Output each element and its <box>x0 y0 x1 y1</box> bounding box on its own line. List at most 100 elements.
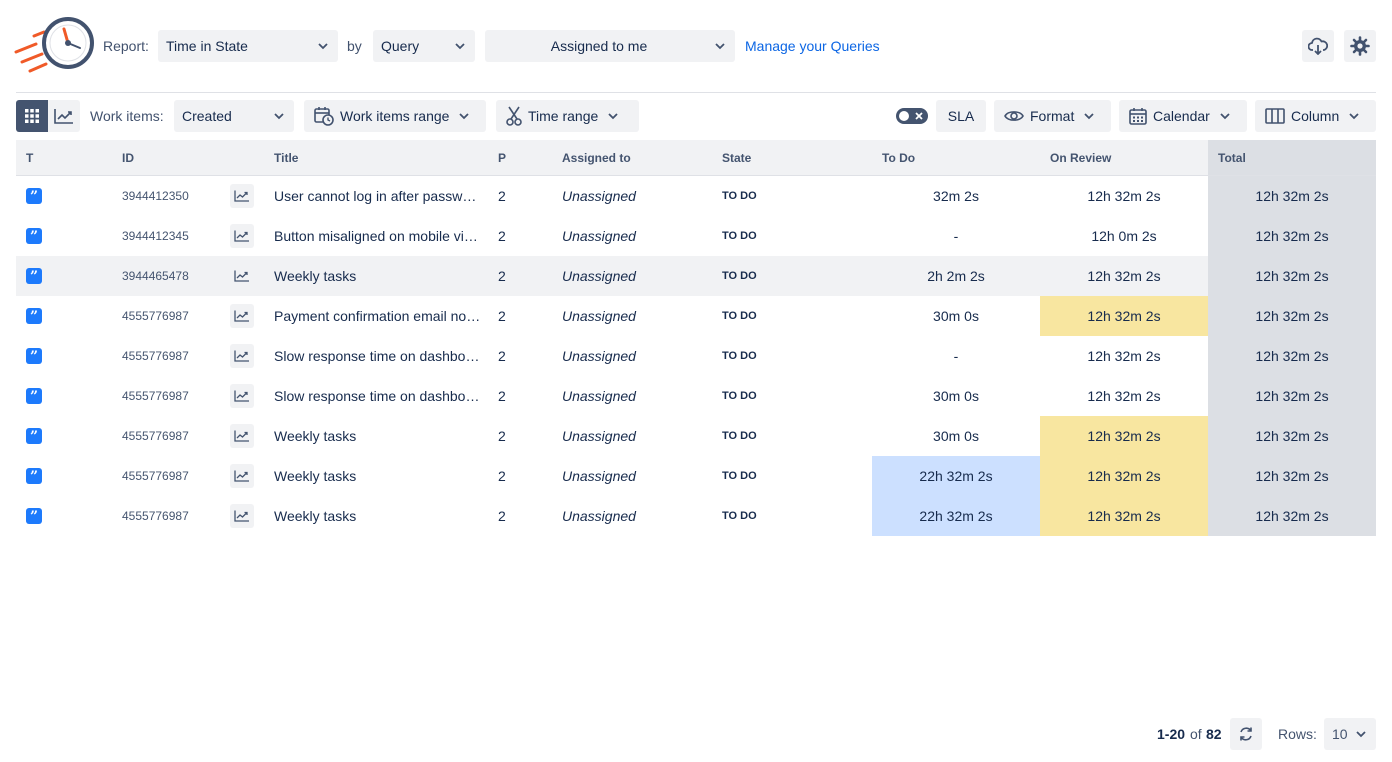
by-dropdown[interactable]: Query <box>373 30 475 62</box>
id-cell[interactable]: 3944412345 <box>122 216 222 256</box>
column-header-priority[interactable]: P <box>498 151 506 165</box>
title-cell[interactable]: Slow response time on dashbo… <box>274 376 484 416</box>
type-cell: ” <box>26 456 46 496</box>
format-button[interactable]: Format <box>994 100 1111 132</box>
row-chart-button[interactable] <box>230 224 254 248</box>
chevron-down-icon <box>1220 113 1230 120</box>
report-dropdown-value: Time in State <box>166 38 248 54</box>
type-cell: ” <box>26 176 46 216</box>
row-chart-button[interactable] <box>230 504 254 528</box>
state-cell: TO DO <box>722 470 757 482</box>
id-cell[interactable]: 3944412350 <box>122 176 222 216</box>
type-cell: ” <box>26 496 46 536</box>
work-items-dropdown[interactable]: Created <box>174 100 294 132</box>
type-cell: ” <box>26 296 46 336</box>
page-range: 1-20 <box>1157 726 1186 742</box>
title-cell[interactable]: Weekly tasks <box>274 496 484 536</box>
title-cell[interactable]: Payment confirmation email no… <box>274 296 484 336</box>
table-row[interactable]: ” 4555776987 Payment confirmation email no… <box>16 296 1376 336</box>
total-cell: 12h 32m 2s <box>1208 256 1376 296</box>
column-button[interactable]: Column <box>1255 100 1376 132</box>
chart-view-button[interactable] <box>48 100 80 132</box>
work-items-range-button[interactable]: Work items range <box>304 100 486 132</box>
table-row[interactable]: ” 3944412345 Button misaligned on mobile v… <box>16 216 1376 256</box>
title-cell[interactable]: Button misaligned on mobile vi… <box>274 216 484 256</box>
type-cell: ” <box>26 336 46 376</box>
id-cell[interactable]: 4555776987 <box>122 336 222 376</box>
row-chart-button[interactable] <box>230 344 254 368</box>
row-chart-button[interactable] <box>230 304 254 328</box>
settings-button[interactable] <box>1344 30 1376 62</box>
chevron-down-icon <box>455 43 465 50</box>
table-row[interactable]: ” 4555776987 Weekly tasks 2 Unassigned TO DO 2… <box>16 496 1376 536</box>
column-header-title[interactable]: Title <box>274 151 298 165</box>
column-header-assigned[interactable]: Assigned to <box>562 151 631 165</box>
state-cell: TO DO <box>722 350 757 362</box>
id-cell[interactable]: 3944465478 <box>122 256 222 296</box>
work-item-type-icon: ” <box>26 348 42 365</box>
calendar-button[interactable]: Calendar <box>1119 100 1247 132</box>
chart-cell <box>230 176 254 216</box>
chart-cell <box>230 416 254 456</box>
column-header-on-review[interactable]: On Review <box>1050 151 1111 165</box>
sla-button[interactable]: SLA <box>936 100 986 132</box>
title-cell[interactable]: Weekly tasks <box>274 256 484 296</box>
row-chart-button[interactable] <box>230 384 254 408</box>
id-cell[interactable]: 4555776987 <box>122 456 222 496</box>
priority-cell: 2 <box>498 468 506 484</box>
chevron-down-icon <box>715 43 725 50</box>
title-cell[interactable]: Slow response time on dashbo… <box>274 336 484 376</box>
chart-icon <box>234 310 249 322</box>
cloud-download-icon <box>1308 37 1328 55</box>
table-row[interactable]: ” 4555776987 Slow response time on dashbo…… <box>16 336 1376 376</box>
query-dropdown[interactable]: Assigned to me <box>485 30 735 62</box>
priority-cell: 2 <box>498 388 506 404</box>
chart-cell <box>230 376 254 416</box>
grid-view-button[interactable] <box>16 100 48 132</box>
column-header-type[interactable]: T <box>26 151 33 165</box>
manage-queries-link[interactable]: Manage your Queries <box>745 38 880 54</box>
report-dropdown[interactable]: Time in State <box>158 30 338 62</box>
header-divider <box>16 92 1376 93</box>
time-range-button[interactable]: Time range <box>496 100 639 132</box>
column-header-todo[interactable]: To Do <box>882 151 915 165</box>
column-header-total[interactable]: Total <box>1218 151 1246 165</box>
table-row[interactable]: ” 4555776987 Weekly tasks 2 Unassigned TO DO 3… <box>16 416 1376 456</box>
table-row[interactable]: ” 3944412350 User cannot log in after pass… <box>16 176 1376 216</box>
row-chart-button[interactable] <box>230 264 254 288</box>
chart-cell <box>230 216 254 256</box>
chart-icon <box>234 230 249 242</box>
chevron-down-icon <box>459 113 470 120</box>
id-cell[interactable]: 4555776987 <box>122 376 222 416</box>
chevron-down-icon <box>1084 113 1094 120</box>
id-cell[interactable]: 4555776987 <box>122 416 222 456</box>
priority-cell: 2 <box>498 228 506 244</box>
rows-per-page-dropdown[interactable]: 10 <box>1324 718 1376 750</box>
sla-toggle[interactable] <box>896 108 928 124</box>
priority-cell: 2 <box>498 348 506 364</box>
total-cell: 12h 32m 2s <box>1208 456 1376 496</box>
type-cell: ” <box>26 256 46 296</box>
table-row[interactable]: ” 4555776987 Weekly tasks 2 Unassigned TO DO 2… <box>16 456 1376 496</box>
chevron-down-icon <box>1349 113 1359 120</box>
id-cell[interactable]: 4555776987 <box>122 496 222 536</box>
refresh-button[interactable] <box>1230 718 1262 750</box>
on-review-cell: 12h 32m 2s <box>1087 348 1161 364</box>
row-chart-button[interactable] <box>230 424 254 448</box>
column-header-state[interactable]: State <box>722 151 751 165</box>
priority-cell: 2 <box>498 308 506 324</box>
on-review-cell: 12h 32m 2s <box>1040 296 1208 336</box>
export-button[interactable] <box>1302 30 1334 62</box>
assigned-cell: Unassigned <box>562 188 636 204</box>
chevron-down-icon <box>274 113 284 120</box>
title-cell[interactable]: Weekly tasks <box>274 416 484 456</box>
row-chart-button[interactable] <box>230 184 254 208</box>
id-cell[interactable]: 4555776987 <box>122 296 222 336</box>
report-label: Report: <box>103 38 149 54</box>
title-cell[interactable]: Weekly tasks <box>274 456 484 496</box>
row-chart-button[interactable] <box>230 464 254 488</box>
table-row[interactable]: ” 3944465478 Weekly tasks 2 Unassigned TO DO 2… <box>16 256 1376 296</box>
table-row[interactable]: ” 4555776987 Slow response time on dashbo…… <box>16 376 1376 416</box>
column-header-id[interactable]: ID <box>122 151 134 165</box>
title-cell[interactable]: User cannot log in after passw… <box>274 176 484 216</box>
